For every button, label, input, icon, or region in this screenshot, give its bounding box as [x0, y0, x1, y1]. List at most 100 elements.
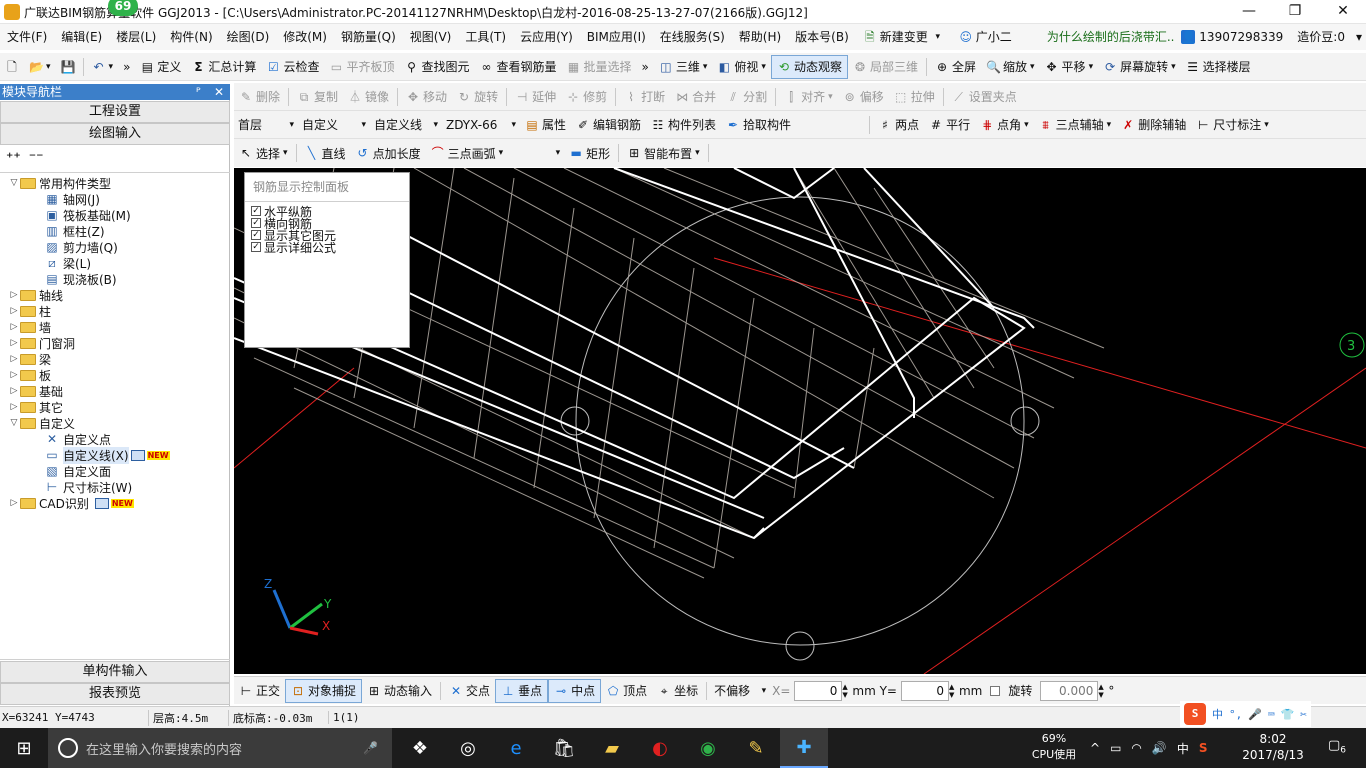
select-button[interactable]: ↖ 选择 ▾ — [234, 141, 293, 165]
pin-icon[interactable]: ᴾ — [196, 84, 201, 100]
tree-leaf-dimension[interactable]: ⊢ 尺寸标注(W) — [44, 479, 132, 495]
account-button[interactable]: 👤 13907298339 — [1174, 24, 1290, 50]
y-spinner-icon[interactable]: ▲ ▼ — [949, 683, 957, 699]
set-grip-button[interactable]: ⟋ 设置夹点 — [947, 85, 1022, 109]
open-file-button[interactable]: 📂 ▾ — [24, 55, 56, 79]
align-button[interactable]: ⫿ 对齐 ▾ — [779, 85, 838, 109]
hint-link[interactable]: 为什么绘制的后浇带汇... — [1019, 24, 1174, 50]
x-spinner-icon[interactable]: ▲ ▼ — [842, 683, 850, 699]
delete-button[interactable]: ✎ 删除 — [234, 85, 285, 109]
merge-button[interactable]: ⋈ 合并 — [670, 85, 721, 109]
tree-node-common-types[interactable]: ▽ 常用构件类型 — [8, 175, 111, 191]
tree-node-column[interactable]: ▷ 柱 — [8, 303, 51, 319]
local-3d-button[interactable]: ❂ 局部三维 — [848, 55, 923, 79]
add-length-button[interactable]: ↺ 点加长度 — [351, 141, 426, 165]
collapse-all-icon[interactable]: ⁻⁻ — [29, 150, 44, 166]
tree-node-wall[interactable]: ▷ 墙 — [8, 319, 51, 335]
top-view-button[interactable]: ◧ 俯视 ▾ — [712, 55, 771, 79]
intersect-button[interactable]: ✕ 交点 — [444, 679, 495, 703]
flush-slab-button[interactable]: ▭ 平齐板顶 — [324, 55, 399, 79]
report-preview-button[interactable]: 报表预览 — [0, 683, 230, 705]
rectangle-button[interactable]: ▬ 矩形 — [564, 141, 615, 165]
menu-rebar-qty[interactable]: 钢筋量(Q) — [334, 24, 403, 50]
component-list-button[interactable]: ☷ 构件列表 — [646, 113, 721, 137]
drawing-input-button[interactable]: 绘图输入 — [0, 123, 230, 145]
object-snap-button[interactable]: ⊡ 对象捕捉 — [285, 678, 363, 703]
floor-select[interactable]: 首层 ▾ — [234, 114, 298, 136]
ime-keyboard-icon[interactable]: ⌨ — [1268, 708, 1275, 721]
properties-button[interactable]: ▤ 属性 — [520, 113, 571, 137]
menu-cloud[interactable]: 云应用(Y) — [513, 24, 580, 50]
find-button[interactable]: ⚲ 查找图元 — [399, 55, 474, 79]
menu-bim[interactable]: BIM应用(I) — [580, 24, 653, 50]
microphone-icon[interactable]: 🎤 — [363, 741, 378, 755]
close-icon[interactable]: ✕ — [214, 84, 224, 100]
perpendicular-button[interactable]: ⊥ 垂点 — [495, 678, 549, 703]
maximize-button[interactable]: ❐ — [1272, 0, 1318, 24]
expand-icon[interactable]: ▷ — [8, 354, 20, 364]
save-button[interactable]: 💾 — [56, 55, 80, 79]
expand-icon[interactable]: ▷ — [8, 306, 20, 316]
dynamic-input-button[interactable]: ⊞ 动态输入 — [362, 679, 437, 703]
ortho-button[interactable]: ⊢ 正交 — [234, 679, 285, 703]
toolbar-overflow[interactable]: » — [118, 55, 135, 79]
video-icon[interactable] — [130, 449, 145, 461]
tree-leaf-raft[interactable]: ▣ 筏板基础(M) — [44, 207, 130, 223]
menu-tools[interactable]: 工具(T) — [458, 24, 513, 50]
expand-icon[interactable]: ▷ — [8, 290, 20, 300]
expand-icon[interactable]: ▷ — [8, 370, 20, 380]
menu-edit[interactable]: 编辑(E) — [54, 24, 109, 50]
component-select[interactable]: ZDYX-66 ▾ — [442, 114, 520, 136]
tree-node-slab[interactable]: ▷ 板 — [8, 367, 51, 383]
tree-node-custom[interactable]: ▽ 自定义 — [8, 415, 75, 431]
close-button[interactable]: ✕ — [1320, 0, 1366, 24]
x-input[interactable]: 0 — [794, 680, 843, 701]
offset-button[interactable]: ⊚ 偏移 — [838, 85, 889, 109]
edit-rebar-button[interactable]: ✐ 编辑钢筋 — [571, 113, 646, 137]
break-button[interactable]: ⌇ 打断 — [619, 85, 670, 109]
minimize-button[interactable]: — — [1226, 0, 1272, 24]
tree-leaf-wall[interactable]: ▨ 剪力墙(Q) — [44, 239, 117, 255]
expand-icon[interactable]: ▷ — [8, 338, 20, 348]
ime-mic-icon[interactable]: 🎤 — [1248, 708, 1262, 721]
delete-aux-button[interactable]: ✗ 删除辅轴 — [1116, 113, 1191, 137]
collapse-icon[interactable]: ▽ — [8, 178, 20, 188]
explorer-app-icon[interactable]: ▰ — [588, 738, 636, 759]
zoom-button[interactable]: 🔍 缩放 ▾ — [981, 55, 1040, 79]
rotate-input[interactable]: 0.000 — [1040, 680, 1099, 701]
type-select[interactable]: 自定义线 ▾ — [370, 114, 442, 136]
new-file-button[interactable]: 🗋 — [0, 55, 24, 79]
clock[interactable]: 8:02 2017/8/13 — [1238, 731, 1308, 763]
assistant-button[interactable]: ☺ 广小二 — [952, 24, 1019, 50]
stretch-button[interactable]: ⬚ 拉伸 — [889, 85, 940, 109]
view-rebar-button[interactable]: ∞ 查看钢筋量 — [474, 55, 561, 79]
rotate-checkbox[interactable] — [990, 685, 1001, 696]
menu-online[interactable]: 在线服务(S) — [653, 24, 732, 50]
notification-center-icon[interactable]: ▢6 — [1322, 738, 1352, 756]
glodon-app-icon[interactable]: ◐ — [636, 738, 684, 759]
category-select[interactable]: 自定义 ▾ — [298, 114, 370, 136]
windows-start-icon[interactable]: ⊞ — [0, 728, 48, 768]
midpoint-button[interactable]: ⊸ 中点 — [548, 678, 602, 703]
fullscreen-button[interactable]: ⊕ 全屏 — [930, 55, 981, 79]
taskbar-search[interactable]: 在这里输入你要搜索的内容 🎤 — [48, 728, 392, 768]
checkbox-icon[interactable]: ✓ — [251, 218, 261, 228]
pick-component-button[interactable]: ✒ 拾取构件 — [721, 113, 796, 137]
project-settings-button[interactable]: 工程设置 — [0, 101, 230, 123]
new-change-button[interactable]: 🗎 新建变更 ▾ — [856, 24, 952, 50]
menu-help[interactable]: 帮助(H) — [732, 24, 788, 50]
task-view-icon[interactable]: ❖ — [396, 738, 444, 759]
tree-leaf-slab[interactable]: ▤ 现浇板(B) — [44, 271, 116, 287]
dynamic-view-button[interactable]: ⟲ 动态观察 — [770, 54, 848, 79]
volume-icon[interactable]: 🔊 — [1152, 741, 1167, 755]
sum-button[interactable]: Σ 汇总计算 — [186, 55, 261, 79]
notification-badge[interactable]: 69 — [108, 0, 138, 16]
notes-app-icon[interactable]: ✎ — [732, 738, 780, 759]
pan-button[interactable]: ✥ 平移 ▾ — [1040, 55, 1099, 79]
point-angle-button[interactable]: ⋕ 点角 ▾ — [975, 113, 1034, 137]
menu-overflow-icon[interactable]: ▾ — [1352, 24, 1366, 50]
tree-node-axis[interactable]: ▷ 轴线 — [8, 287, 63, 303]
tree-leaf-grid[interactable]: ▦ 轴网(J) — [44, 191, 100, 207]
menu-version[interactable]: 版本号(B) — [788, 24, 856, 50]
edge-app-icon[interactable]: e — [492, 738, 540, 759]
